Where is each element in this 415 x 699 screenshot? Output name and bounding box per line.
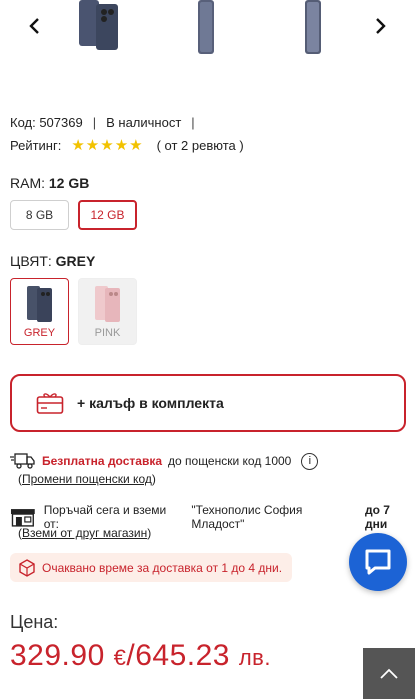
ram-selected-value: 12 GB: [48, 175, 90, 191]
other-store-link[interactable]: Вземи от друг магазин: [22, 526, 147, 540]
free-delivery-label: Безплатна доставка: [42, 454, 163, 468]
separator: |: [92, 115, 97, 130]
gift-card-icon: [36, 393, 64, 414]
star-icon: ★: [71, 137, 85, 154]
price-value: 329.90 €/645.23 лв.: [10, 639, 271, 672]
other-store-wrapper: (Вземи от друг магазин): [18, 526, 152, 540]
product-thumbnail[interactable]: [190, 0, 222, 56]
phone-pink-image: [95, 286, 120, 322]
availability-status: В наличност: [106, 115, 182, 130]
star-icon: ★: [100, 137, 114, 154]
price-bgn: 645.23: [135, 639, 230, 672]
ram-option-12gb[interactable]: 12 GB: [78, 200, 137, 230]
ram-label-text: RAM:: [10, 175, 45, 191]
free-delivery-row: Безплатна доставка до пощенски код 1000 …: [10, 452, 319, 470]
store-pickup-days: до 7 дни: [365, 503, 390, 531]
rating-row: Рейтинг: ★ ★ ★ ★ ★ ( от 2 ревюта ): [10, 138, 244, 153]
scroll-to-top-button[interactable]: [363, 648, 415, 699]
color-label: ЦВЯТ: GREY: [10, 253, 95, 269]
bundle-offer[interactable]: + калъф в комплекта: [10, 374, 406, 432]
info-icon[interactable]: i: [301, 452, 319, 470]
separator: |: [191, 115, 195, 130]
price-eur: 329.90: [10, 639, 105, 672]
price-bgn-symbol: лв.: [238, 645, 271, 670]
store-icon: [10, 509, 35, 527]
package-clock-icon: [19, 558, 35, 577]
free-delivery-condition: до пощенски код 1000: [168, 454, 292, 468]
ram-option-8gb[interactable]: 8 GB: [10, 200, 69, 230]
delivery-truck-icon: [10, 453, 35, 469]
price-label: Цена:: [10, 612, 59, 632]
gallery-prev-button[interactable]: [20, 12, 48, 40]
chevron-left-icon: [29, 18, 39, 34]
color-option-label: PINK: [94, 327, 121, 339]
store-name: "Технополис София Младост": [191, 503, 303, 531]
product-code: Код: 507369: [10, 115, 83, 130]
change-postcode-link[interactable]: Промени пощенски код: [22, 472, 152, 486]
chat-widget-button[interactable]: [349, 533, 407, 591]
reviews-count[interactable]: ( от 2 ревюта ): [157, 138, 244, 153]
gallery-next-button[interactable]: [367, 12, 395, 40]
bundle-text: + калъф в комплекта: [77, 395, 224, 411]
chat-bubble-icon: [365, 549, 391, 575]
star-icon: ★: [114, 137, 129, 154]
color-option-label: GREY: [23, 327, 56, 339]
color-options: GREY PINK: [10, 278, 137, 345]
rating-stars[interactable]: ★ ★ ★ ★ ★: [71, 138, 142, 153]
color-selected-value: GREY: [55, 253, 96, 269]
rating-label: Рейтинг:: [10, 138, 62, 153]
delivery-eta-banner: Очаквано време за доставка от 1 до 4 дни…: [10, 553, 292, 582]
star-icon: ★: [85, 137, 100, 154]
price-eur-symbol: €: [113, 645, 127, 670]
delivery-eta-text: Очаквано време за доставка от 1 до 4 дни…: [42, 560, 283, 575]
color-option-grey[interactable]: GREY: [10, 278, 69, 345]
product-gallery: [0, 0, 415, 66]
phone-grey-image: [27, 286, 52, 322]
ram-label: RAM: 12 GB: [10, 175, 89, 191]
star-icon: ★: [129, 137, 143, 154]
ram-options: 8 GB 12 GB: [10, 200, 137, 230]
chevron-right-icon: [376, 18, 386, 34]
chevron-up-icon: [380, 668, 398, 679]
change-postcode-wrapper: (Промени пощенски код): [18, 472, 156, 486]
product-thumbnail[interactable]: [297, 0, 329, 56]
product-thumbnail[interactable]: [76, 0, 124, 52]
product-meta: Код: 507369 | В наличност |: [10, 115, 195, 130]
color-option-pink[interactable]: PINK: [78, 278, 137, 345]
color-label-text: ЦВЯТ:: [10, 253, 52, 269]
